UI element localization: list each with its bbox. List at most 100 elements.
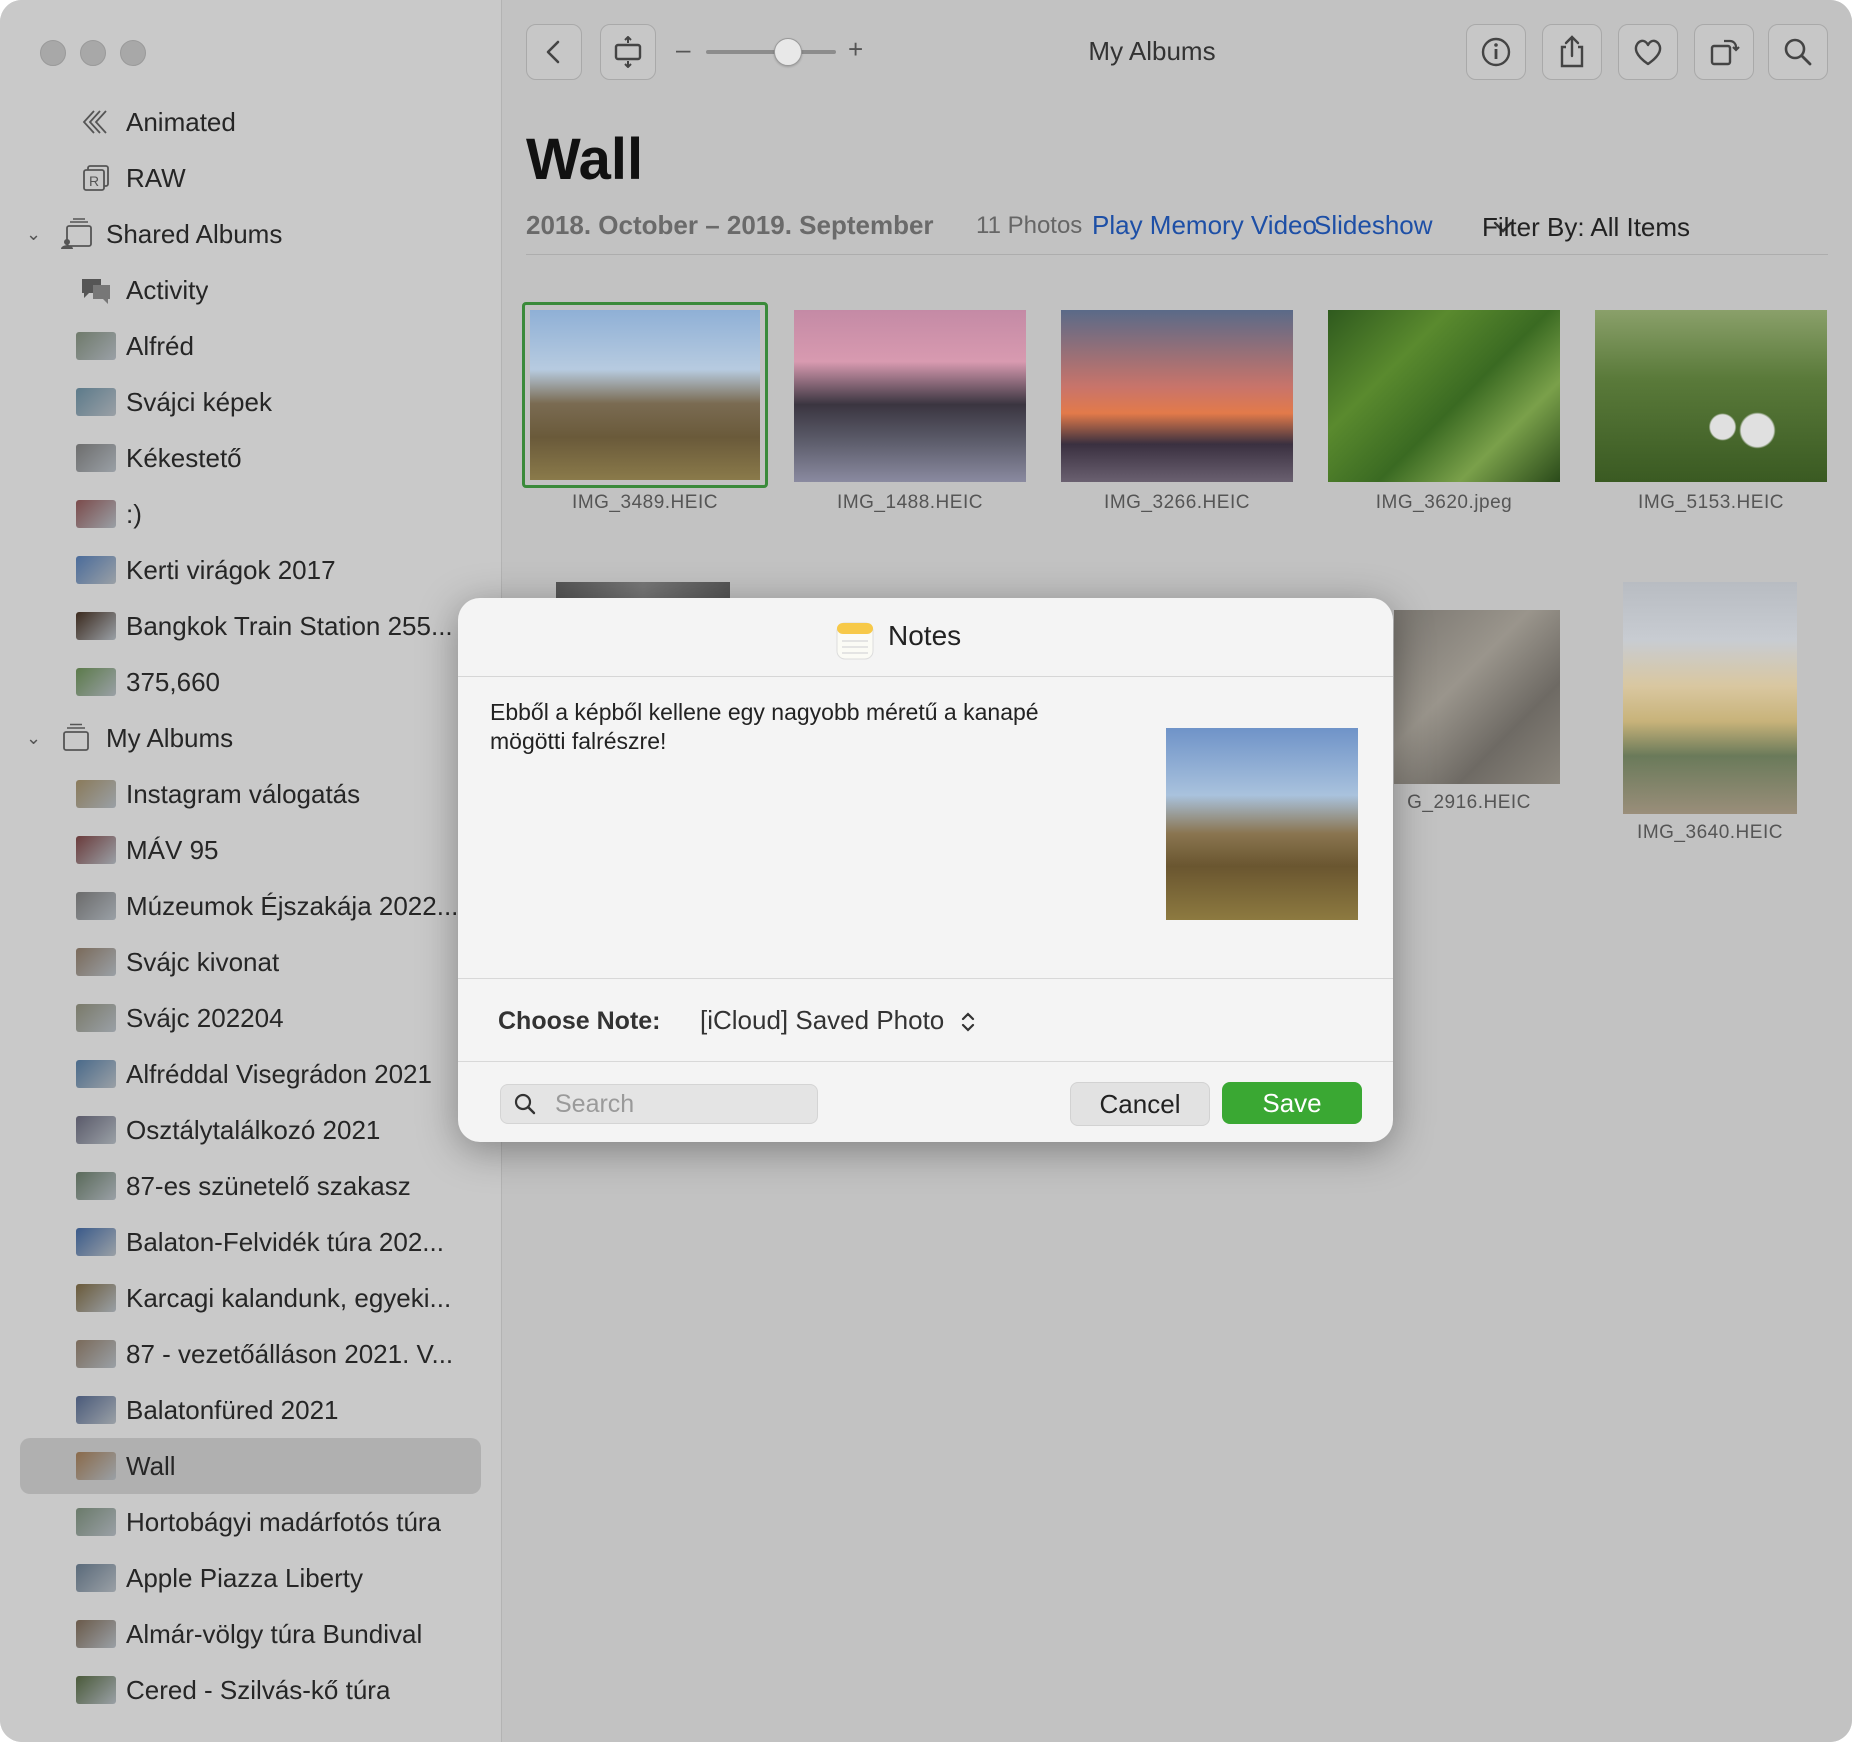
activity-icon — [76, 274, 116, 306]
share-icon — [1560, 35, 1584, 68]
album-title: Wall — [526, 127, 644, 192]
sidebar-item-hortobágyi-madárfotós-túra[interactable]: Hortobágyi madárfotós túra — [0, 1494, 501, 1550]
sidebar-item-osztálytalálkozó-2021[interactable]: Osztálytalálkozó 2021 — [0, 1102, 501, 1158]
save-button[interactable]: Save — [1222, 1082, 1362, 1124]
photo-caption: IMG_3640.HEIC — [1637, 822, 1783, 843]
sidebar-item-svájci-képek[interactable]: Svájci képek — [0, 374, 501, 430]
cancel-button[interactable]: Cancel — [1070, 1082, 1210, 1126]
sidebar-item-svájc-202204[interactable]: Svájc 202204 — [0, 990, 501, 1046]
sidebar-item-animated[interactable]: Animated — [0, 94, 501, 150]
sidebar-list: Animated R RAW ⌄ Shared Albums Activity Alfréd… — [0, 94, 501, 1718]
fit-frame-icon — [614, 36, 642, 68]
sidebar-item-label: MÁV 95 — [126, 834, 219, 865]
sidebar-item-375-660[interactable]: 375,660 — [0, 654, 501, 710]
album-thumbnail — [76, 1396, 116, 1424]
album-thumbnail — [76, 1452, 116, 1480]
sidebar-item-87-es-szünetelő-szakasz[interactable]: 87-es szünetelő szakasz — [0, 1158, 501, 1214]
album-thumbnail — [76, 1004, 116, 1032]
sidebar-item-balatonfüred-2021[interactable]: Balatonfüred 2021 — [0, 1382, 501, 1438]
sidebar-item-alfréd[interactable]: Alfréd — [0, 318, 501, 374]
photo-image — [1595, 310, 1827, 482]
sidebar-item-almár-völgy-túra-bundival[interactable]: Almár-völgy túra Bundival — [0, 1606, 501, 1662]
sidebar-item-label: Kerti virágok 2017 — [126, 554, 336, 585]
sidebar-section-my-albums[interactable]: ⌄ My Albums — [0, 710, 501, 766]
sidebar-item-label: Múzeumok Éjszakája 2022... — [126, 890, 459, 921]
search-button[interactable] — [1768, 24, 1828, 80]
play-memory-video-link[interactable]: Play Memory Video — [1092, 210, 1317, 241]
sidebar-item-cered-szilvás-kő-túra[interactable]: Cered - Szilvás-kő túra — [0, 1662, 501, 1718]
photo-caption: IMG_3620.jpeg — [1375, 492, 1513, 513]
album-thumbnail — [76, 1116, 116, 1144]
notes-share-dialog: Notes Ebből a képből kellene egy nagyobb… — [458, 598, 1393, 1142]
disclosure-chevron-icon[interactable]: ⌄ — [26, 728, 48, 749]
sidebar-item-label: Kékestető — [126, 442, 242, 473]
sidebar-item-label: 87 - vezetőálláson 2021. V... — [126, 1338, 454, 1369]
album-thumbnail — [76, 612, 116, 640]
choose-note-popup[interactable]: [iCloud] Saved Photo — [700, 1005, 976, 1036]
sidebar-section-shared-albums[interactable]: ⌄ Shared Albums — [0, 206, 501, 262]
album-thumbnail — [76, 556, 116, 584]
album-thumbnail — [76, 1284, 116, 1312]
zoom-out-label[interactable]: – — [676, 34, 690, 65]
sidebar-item-balaton-felvidék-túra-202[interactable]: Balaton-Felvidék túra 202... — [0, 1214, 501, 1270]
photo-caption: G_2916.HEIC — [1407, 792, 1531, 813]
sidebar-item-activity[interactable]: Activity — [0, 262, 501, 318]
album-thumbnail — [76, 1340, 116, 1368]
sidebar-item-label: Hortobágyi madárfotós túra — [126, 1506, 442, 1537]
sidebar-item-label: 87-es szünetelő szakasz — [126, 1170, 411, 1201]
photo-image — [794, 310, 1026, 482]
sidebar-item-apple-piazza-liberty[interactable]: Apple Piazza Liberty — [0, 1550, 501, 1606]
album-photo-count: 11 Photos — [976, 212, 1083, 239]
favorite-button[interactable] — [1618, 24, 1678, 80]
note-text-editor[interactable]: Ebből a képből kellene egy nagyobb méret… — [490, 698, 1090, 756]
album-thumbnail — [76, 1564, 116, 1592]
info-button[interactable] — [1466, 24, 1526, 80]
sidebar-item-bangkok-train-station-255[interactable]: Bangkok Train Station 255... — [0, 598, 501, 654]
album-thumbnail — [76, 1172, 116, 1200]
close-window-button[interactable] — [40, 40, 66, 66]
sidebar-item-svájc-kivonat[interactable]: Svájc kivonat — [0, 934, 501, 990]
sidebar-item-alfréddal-visegrádon-2021[interactable]: Alfréddal Visegrádon 2021 — [0, 1046, 501, 1102]
sidebar-item-label: Karcagi kalandunk, egyeki... — [126, 1282, 452, 1313]
sidebar-item-raw[interactable]: R RAW — [0, 150, 501, 206]
sidebar-item-máv-95[interactable]: MÁV 95 — [0, 822, 501, 878]
sidebar-item-múzeumok-éjszakája-2022[interactable]: Múzeumok Éjszakája 2022... — [0, 878, 501, 934]
back-button[interactable] — [526, 24, 582, 80]
fit-view-button[interactable] — [600, 24, 656, 80]
zoom-slider-knob[interactable] — [773, 38, 802, 66]
search-field[interactable]: Search — [500, 1084, 818, 1124]
album-date-range: 2018. October – 2019. September — [526, 210, 934, 240]
filter-dropdown[interactable]: Filter By: All Items — [1482, 210, 1690, 242]
sidebar-item-karcagi-kalandunk-egyeki[interactable]: Karcagi kalandunk, egyeki... — [0, 1270, 501, 1326]
up-down-chevron-icon — [961, 1012, 974, 1032]
sidebar-item-item[interactable]: :) — [0, 486, 501, 542]
minimize-window-button[interactable] — [80, 40, 106, 66]
rotate-button[interactable] — [1694, 24, 1754, 80]
sidebar-item-kerti-virágok-2017[interactable]: Kerti virágok 2017 — [0, 542, 501, 598]
sidebar-item-label: Activity — [126, 274, 209, 305]
album-thumbnail — [76, 332, 116, 360]
photos-window: Animated R RAW ⌄ Shared Albums Activity Alfréd… — [0, 0, 1852, 1742]
slideshow-link[interactable]: Slideshow — [1314, 210, 1433, 241]
sidebar-item-label: Shared Albums — [106, 218, 283, 249]
album-thumbnail — [76, 668, 116, 696]
zoom-window-button[interactable] — [120, 40, 146, 66]
choose-note-value: [iCloud] Saved Photo — [700, 1005, 945, 1035]
sidebar-item-instagram-válogatás[interactable]: Instagram válogatás — [0, 766, 501, 822]
photo-caption: IMG_3266.HEIC — [1104, 492, 1250, 513]
sidebar-item-87-vezetőálláson-2021-v[interactable]: 87 - vezetőálláson 2021. V... — [0, 1326, 501, 1382]
dialog-title: Notes — [888, 620, 962, 651]
search-placeholder: Search — [555, 1090, 635, 1118]
photo-image — [1623, 582, 1797, 814]
disclosure-chevron-icon[interactable]: ⌄ — [26, 224, 48, 245]
album-thumbnail — [76, 1620, 116, 1648]
sidebar-item-wall[interactable]: Wall — [20, 1438, 481, 1494]
sidebar-item-label: RAW — [126, 162, 186, 193]
album-thumbnail — [76, 1060, 116, 1088]
album-thumbnail — [76, 1228, 116, 1256]
sidebar-item-kékestető[interactable]: Kékestető — [0, 430, 501, 486]
zoom-in-label[interactable]: + — [848, 34, 863, 65]
zoom-slider[interactable] — [706, 38, 836, 66]
share-button[interactable] — [1542, 24, 1602, 80]
my-albums-icon — [56, 722, 96, 754]
